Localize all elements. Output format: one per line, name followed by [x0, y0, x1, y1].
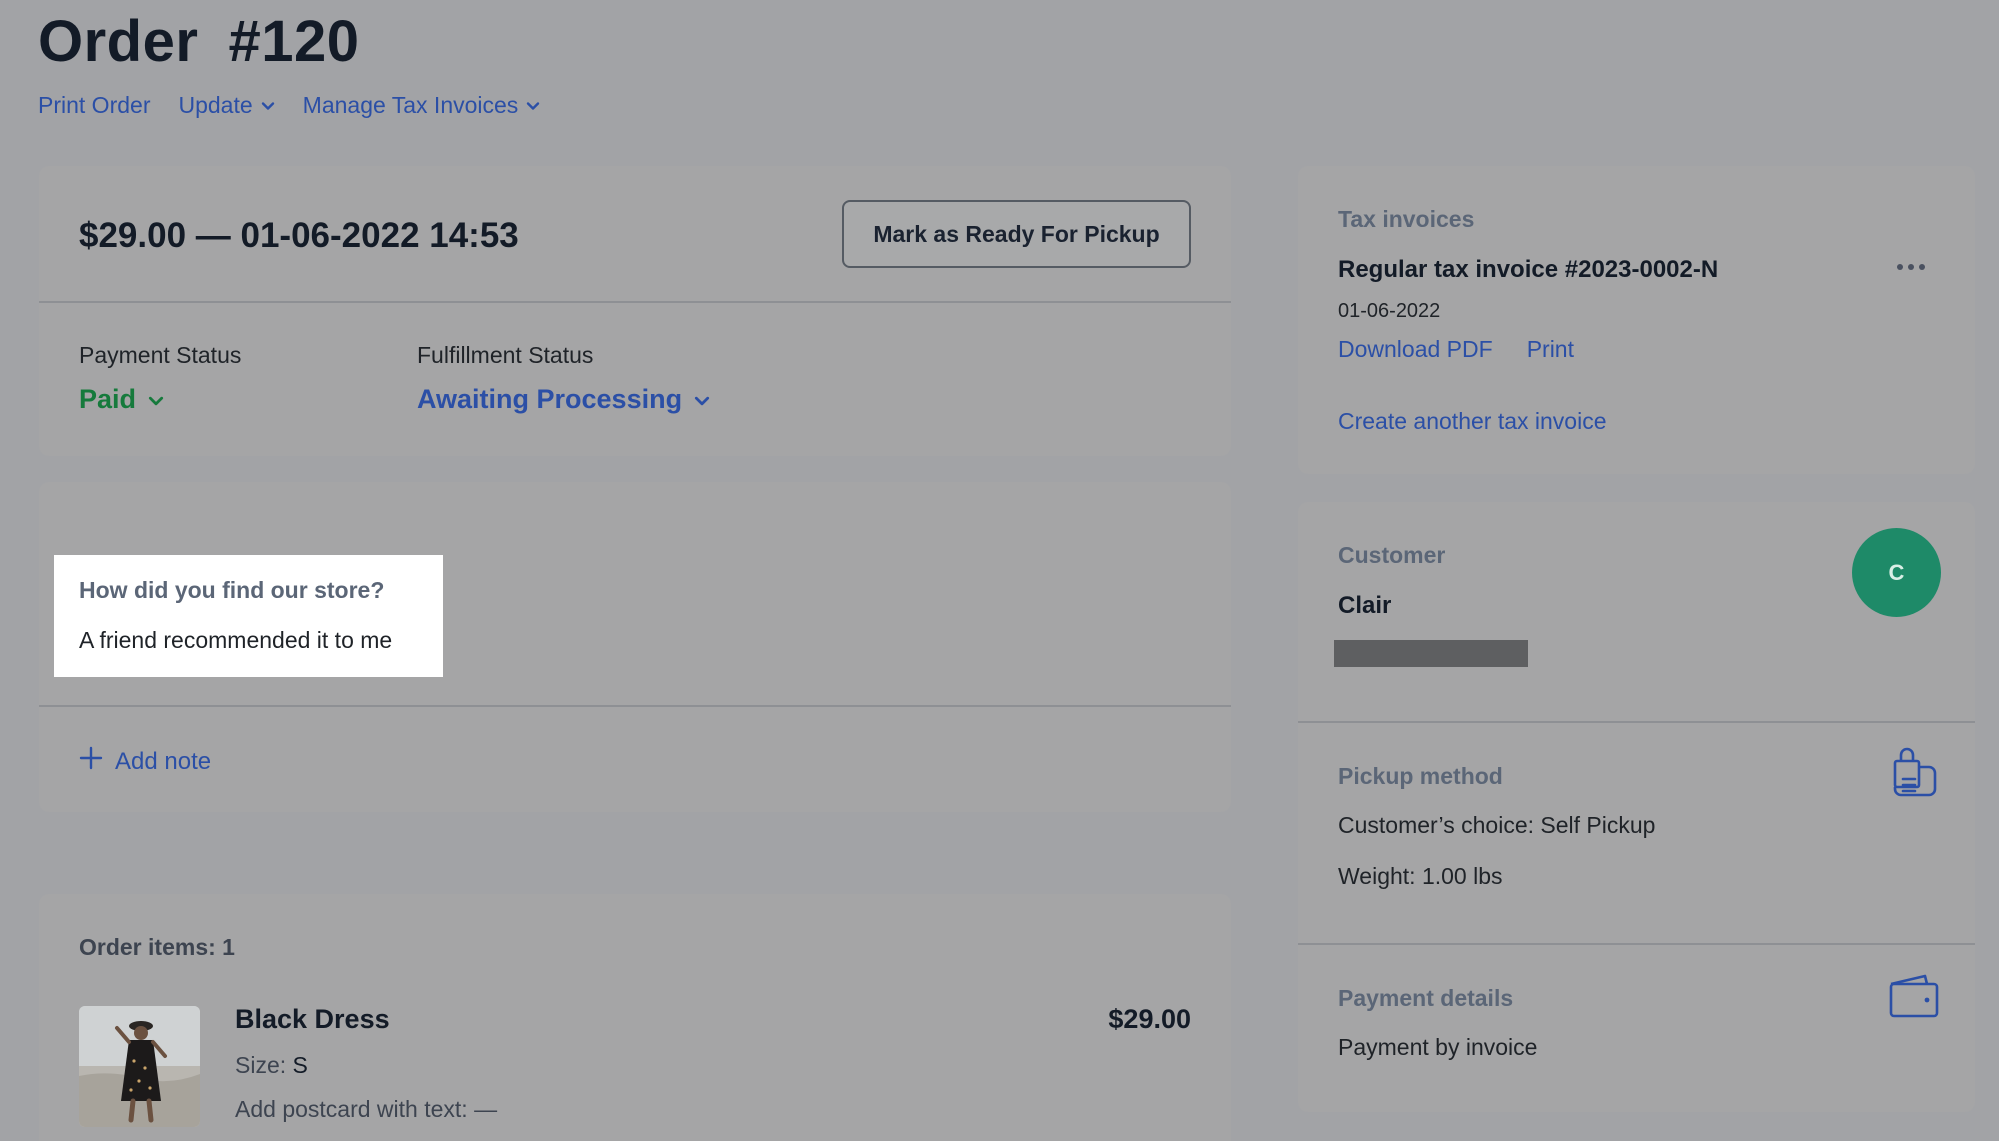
more-horizontal-icon[interactable]	[1897, 264, 1925, 270]
question-text: How did you find our store?	[79, 577, 385, 603]
order-summary-card: $29.00 — 01-06-2022 14:53 Mark as Ready …	[39, 166, 1231, 456]
add-note-button[interactable]: Add note	[79, 746, 211, 777]
divider	[1298, 943, 1975, 945]
order-actions: Print Order Update Manage Tax Invoices	[38, 92, 540, 119]
wallet-icon	[1885, 968, 1941, 1024]
payment-status-dropdown[interactable]: Paid	[79, 384, 164, 415]
chevron-down-icon	[148, 393, 164, 407]
chevron-down-icon	[526, 99, 540, 113]
order-items-card: Order items: 1 Black Dress $29.00 Size: …	[39, 894, 1231, 1141]
customer-label: Customer	[1338, 542, 1446, 568]
redacted-contact	[1334, 640, 1528, 667]
manage-tax-invoices-dropdown[interactable]: Manage Tax Invoices	[303, 92, 541, 119]
chevron-down-icon	[694, 393, 710, 407]
update-dropdown[interactable]: Update	[178, 92, 274, 119]
create-tax-invoice-link[interactable]: Create another tax invoice	[1338, 408, 1607, 435]
fulfillment-status-dropdown[interactable]: Awaiting Processing	[417, 384, 710, 415]
product-thumbnail[interactable]	[79, 1006, 200, 1127]
order-number: #120	[228, 9, 360, 74]
customer-name[interactable]: Clair	[1338, 592, 1391, 620]
payment-details-label: Payment details	[1338, 985, 1514, 1011]
divider	[1298, 721, 1975, 723]
tax-invoices-label: Tax invoices	[1338, 206, 1475, 232]
tax-invoice-name: Regular tax invoice #2023-0002-N	[1338, 256, 1719, 283]
notes-card: How did you find our store? A friend rec…	[39, 482, 1231, 812]
pickup-weight: Weight: 1.00 lbs	[1338, 863, 1503, 889]
checkout-question-box: How did you find our store? A friend rec…	[54, 555, 443, 677]
fulfillment-status-label: Fulfillment Status	[417, 342, 594, 368]
payment-status-label: Payment Status	[79, 342, 242, 368]
print-invoice-link[interactable]: Print	[1527, 336, 1574, 363]
mark-ready-for-pickup-button[interactable]: Mark as Ready For Pickup	[842, 200, 1191, 268]
pickup-method-label: Pickup method	[1338, 763, 1503, 789]
avatar[interactable]: C	[1852, 528, 1941, 617]
customer-card: Customer Clair C Pickup method Customer’…	[1298, 502, 1975, 1112]
tax-invoice-date: 01-06-2022	[1338, 300, 1441, 322]
answer-text: A friend recommended it to me	[79, 627, 393, 653]
payment-method: Payment by invoice	[1338, 1034, 1538, 1060]
tax-invoice-links: Download PDF Print	[1338, 336, 1574, 363]
download-pdf-link[interactable]: Download PDF	[1338, 336, 1493, 363]
item-name[interactable]: Black Dress	[235, 1004, 390, 1035]
order-items-title: Order items: 1	[79, 934, 235, 960]
item-size: Size: S	[235, 1052, 308, 1078]
tax-invoices-card: Tax invoices Regular tax invoice #2023-0…	[1298, 166, 1975, 474]
divider	[39, 301, 1231, 303]
plus-icon	[79, 746, 103, 777]
pickup-bag-icon	[1885, 745, 1941, 801]
chevron-down-icon	[261, 99, 275, 113]
page-title-word: Order	[38, 9, 199, 74]
page-title: Order #120	[38, 8, 359, 75]
item-price: $29.00	[1108, 1004, 1191, 1034]
print-order-link[interactable]: Print Order	[38, 92, 150, 119]
pickup-choice: Customer’s choice: Self Pickup	[1338, 812, 1656, 838]
order-amount-date: $29.00 — 01-06-2022 14:53	[79, 216, 519, 255]
divider	[39, 705, 1231, 707]
item-postcard: Add postcard with text: —	[235, 1096, 498, 1122]
